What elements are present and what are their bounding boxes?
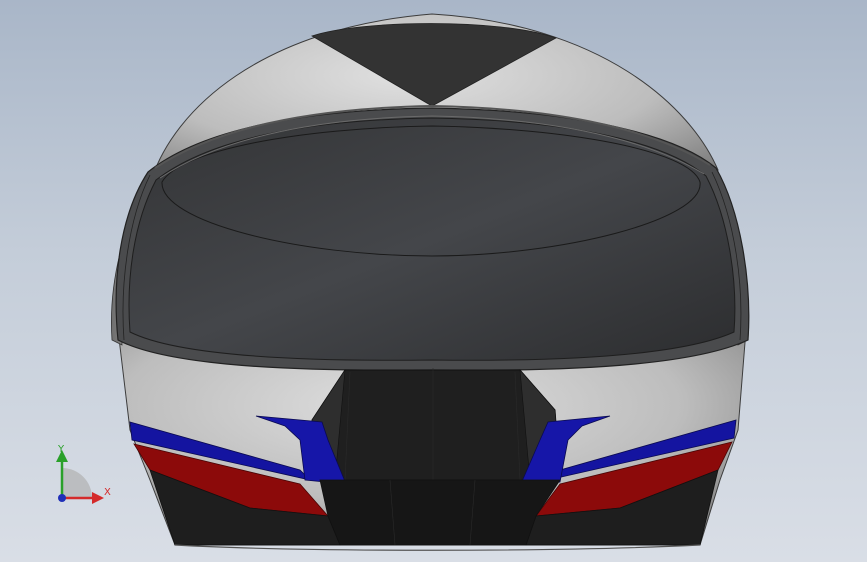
triad-arc-icon: [62, 468, 92, 498]
x-axis-label: X: [104, 487, 111, 498]
y-axis-label: Y: [57, 444, 65, 455]
z-axis-point-icon: [58, 494, 66, 502]
visor-glass: [128, 117, 736, 361]
chin-bottom-center: [319, 479, 561, 546]
graphics-viewport[interactable]: [0, 0, 867, 562]
x-axis-arrow-icon: [92, 492, 104, 504]
reference-triad: Y X: [50, 440, 120, 510]
helmet-model[interactable]: [0, 0, 867, 562]
